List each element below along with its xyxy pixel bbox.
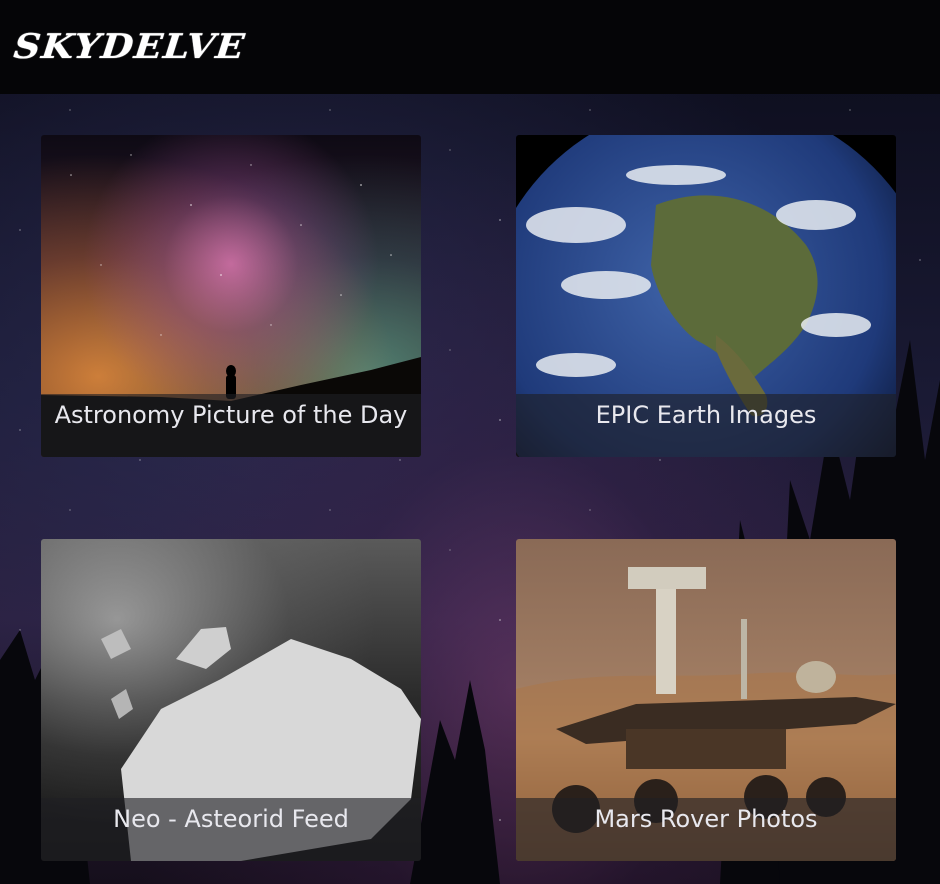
card-caption: Neo - Asteorid Feed [41, 798, 421, 861]
card-mars-rover-photos[interactable]: Mars Rover Photos [516, 539, 896, 861]
app-header: SKYDELVE [0, 0, 940, 94]
card-caption: Mars Rover Photos [516, 798, 896, 861]
card-caption: Astronomy Picture of the Day [41, 394, 421, 457]
card-caption: EPIC Earth Images [516, 394, 896, 457]
app-logo[interactable]: SKYDELVE [12, 26, 247, 66]
card-neo-asteroid-feed[interactable]: Neo - Asteorid Feed [41, 539, 421, 861]
card-epic-earth-images[interactable]: EPIC Earth Images [516, 135, 896, 457]
card-astronomy-picture-of-the-day[interactable]: Astronomy Picture of the Day [41, 135, 421, 457]
